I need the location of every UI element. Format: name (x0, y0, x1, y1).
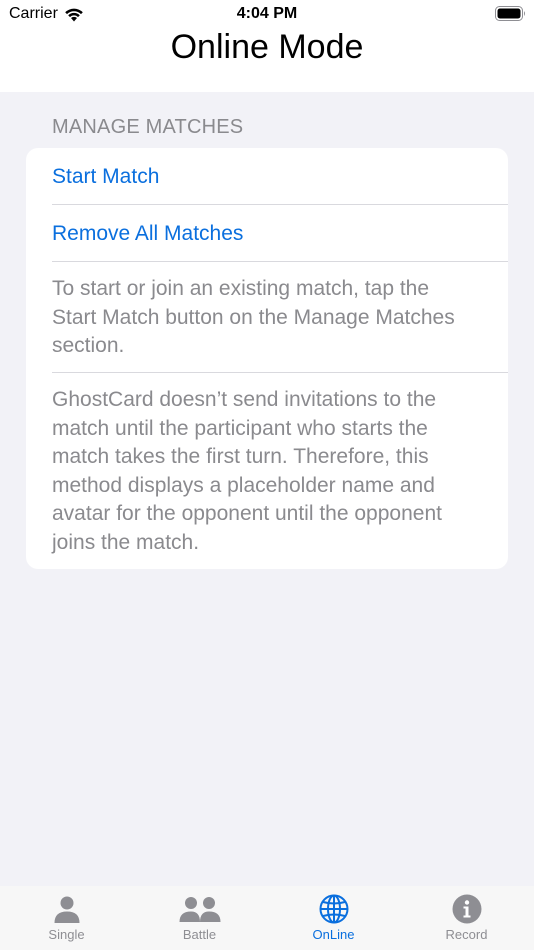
top-bar: Carrier 4:04 PM Online Mode (0, 0, 534, 92)
person-icon (54, 896, 79, 923)
tab-online[interactable]: OnLine (267, 886, 400, 950)
tab-battle[interactable]: Battle (133, 886, 266, 950)
invitation-info-text: GhostCard doesn’t send invitations to th… (52, 388, 442, 554)
info-icon (452, 894, 481, 924)
battery-icon (495, 6, 525, 21)
divider (52, 261, 508, 262)
screen: Carrier 4:04 PM Online Mode MANAGE MATCH… (0, 0, 534, 950)
globe-icon (319, 894, 348, 924)
section-header: MANAGE MATCHES (52, 116, 244, 138)
manage-matches-card: Start Match Remove All Matches To start … (26, 148, 508, 569)
tab-record[interactable]: Record (400, 886, 533, 950)
remove-all-matches-button[interactable]: Remove All Matches (26, 205, 508, 262)
tab-label: Single (48, 927, 85, 942)
divider (52, 372, 508, 373)
tab-label: Record (445, 927, 488, 942)
two-persons-icon (179, 897, 220, 922)
tab-bar: Single Battle OnLine Record (0, 886, 534, 950)
start-match-button[interactable]: Start Match (26, 148, 508, 205)
tab-single[interactable]: Single (0, 886, 133, 950)
tab-label: OnLine (312, 927, 355, 942)
page-title: Online Mode (170, 28, 364, 66)
status-time: 4:04 PM (236, 5, 298, 22)
tab-label: Battle (182, 927, 217, 942)
start-instructions-text: To start or join an existing match, tap … (52, 277, 455, 357)
